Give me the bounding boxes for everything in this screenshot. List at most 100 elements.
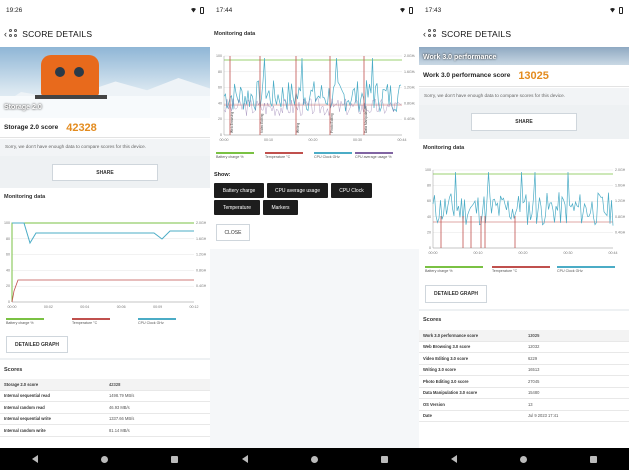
y2-tick-label: 2.0GHz: [196, 221, 206, 225]
show-label: Show:: [214, 172, 231, 178]
table-row: Storage 2.0 score 42328: [0, 379, 210, 391]
x-tick-label: 00:30: [564, 251, 573, 255]
detailed-chart: Web Browsing Video Editing Writing Photo Ed…: [214, 42, 416, 150]
legend-temperature: Temperature °C: [492, 269, 518, 273]
toggle-temperature[interactable]: Temperature: [214, 200, 260, 215]
orange-hut: [41, 55, 99, 96]
nav-home-icon[interactable]: [100, 455, 108, 463]
monitoring-title: Monitoring data: [210, 28, 419, 40]
monitoring-chart-svg: 100 80 60 40 20 0 2.0GHz 1.6GHz 1.2GHz 0.8GHz 0.4…: [425, 168, 627, 255]
y-tick-label: 60: [218, 86, 222, 90]
table-row: Photo Editing 3.0 score 27045: [419, 376, 629, 388]
detailed-chart-svg: Web Browsing Video Editing Writing Photo Ed…: [216, 54, 416, 142]
score-summary: Work 3.0 performance score 13025: [419, 65, 629, 87]
wifi-icon: [190, 7, 197, 13]
monitoring-title: Monitoring data: [419, 142, 629, 154]
legend-cpu-clock: CPU Clock GHz: [138, 321, 164, 325]
marker-label: Data Manipulation: [364, 106, 368, 133]
monitoring-chart-svg: 100 80 60 40 20 0 2.0GHz 1.6GHz 1.2GHz 0.8GHz 0.4…: [4, 221, 208, 309]
back-arrow-icon[interactable]: ‹: [4, 29, 7, 39]
x-tick-label: 00:44: [398, 138, 407, 142]
hero-image: Storage 2.0: [0, 47, 210, 118]
x-tick-label: 00:02: [44, 305, 53, 309]
status-time: 17:43: [425, 6, 442, 14]
detailed-graph-button[interactable]: DETAILED GRAPH: [425, 285, 487, 303]
table-row: Date Jul 9 2023 17:41: [419, 410, 629, 422]
y2-tick-label: 1.2GHz: [615, 199, 625, 203]
scores-table: Work 3.0 performance score 13025 Web Brow…: [419, 330, 629, 422]
battery-icon: [200, 6, 204, 14]
toggle-cpu-clock[interactable]: CPU Clock: [331, 183, 372, 198]
status-bar: 17:43: [419, 0, 629, 20]
y2-tick-label: 0.4GHz: [615, 230, 625, 234]
y2-tick-label: 0.8GHz: [615, 215, 625, 219]
y-tick-label: 100: [425, 168, 431, 172]
table-row: Internal random read 46.93 MB/s: [0, 402, 210, 414]
monitoring-title: Monitoring data: [0, 191, 210, 203]
monitoring-chart: 100 80 60 40 20 0 2.0GHz 1.6GHz 1.2GHz 0.8GHz 0.4…: [423, 156, 627, 264]
nav-home-icon[interactable]: [519, 455, 527, 463]
share-button[interactable]: SHARE: [471, 113, 577, 131]
hero-title: Work 3.0 performance: [423, 54, 497, 61]
y2-tick-label: 1.6GHz: [196, 237, 206, 241]
y2-tick-label: 0.8GHz: [404, 101, 415, 105]
toggle-cpu-average-usage[interactable]: CPU average usage: [267, 183, 328, 198]
table-row: Internal sequential write 1337.66 MB/s: [0, 413, 210, 425]
y-tick-label: 80: [6, 237, 10, 241]
close-button[interactable]: CLOSE: [216, 224, 250, 241]
wifi-icon: [609, 7, 616, 13]
legend-battery: Battery charge %: [425, 269, 453, 273]
hero-image: Work 3.0 performance: [419, 47, 629, 65]
status-bar: 19:26: [0, 0, 210, 20]
x-tick-label: 00:44: [609, 251, 618, 255]
chart-legend: Battery charge % Temperature °C CPU Cloc…: [425, 266, 615, 273]
y-tick-label: 40: [218, 101, 222, 105]
y2-tick-label: 1.6GHz: [404, 70, 415, 74]
y-tick-label: 60: [6, 253, 10, 257]
score-value: 13025: [518, 69, 549, 82]
nav-home-icon[interactable]: [310, 455, 318, 463]
status-bar: 17:44: [210, 0, 419, 20]
app-bar: ‹ SCORE DETAILS: [419, 20, 629, 47]
nav-back-icon[interactable]: [241, 455, 248, 463]
y2-tick-label: 0.4GHz: [404, 117, 415, 121]
work-score-screen: 17:43 ‹ SCORE DETAILS Work 3.0 performan…: [419, 0, 629, 470]
app-bar: ‹ SCORE DETAILS: [0, 20, 210, 47]
android-nav-bar: [419, 448, 629, 470]
y2-tick-label: 1.2GHz: [404, 86, 415, 90]
empty-area: [210, 249, 419, 448]
nav-back-icon[interactable]: [450, 455, 457, 463]
x-tick-label: 00:00: [220, 138, 229, 142]
y-tick-label: 100: [4, 221, 10, 225]
share-button[interactable]: SHARE: [52, 164, 158, 181]
marker-label: Photo Editing: [330, 113, 334, 133]
table-row: OS Version 13: [419, 399, 629, 411]
table-row: Video Editing 3.0 score 6229: [419, 353, 629, 365]
nav-recents-icon[interactable]: [590, 455, 598, 463]
x-tick-label: 00:12: [190, 305, 199, 309]
back-arrow-icon[interactable]: ‹: [423, 29, 426, 39]
nav-recents-icon[interactable]: [380, 455, 388, 463]
y-tick-label: 20: [6, 284, 10, 288]
compare-note: Sorry, we don't have enough data to comp…: [419, 88, 629, 105]
y-tick-label: 0: [429, 246, 431, 250]
x-tick-label: 00:04: [80, 305, 89, 309]
table-row: Data Manipulation 3.0 score 15480: [419, 387, 629, 399]
android-nav-bar: [0, 448, 210, 470]
nav-recents-icon[interactable]: [171, 455, 179, 463]
legend-temperature: Temperature °C: [265, 155, 291, 159]
detailed-graph-button[interactable]: DETAILED GRAPH: [6, 336, 68, 353]
battery-icon: [619, 6, 623, 14]
x-tick-label: 00:00: [8, 305, 17, 309]
page-title: SCORE DETAILS: [441, 28, 512, 39]
page-title: SCORE DETAILS: [22, 28, 93, 39]
monitoring-chart: 100 80 60 40 20 0 2.0GHz 1.6GHz 1.2GHz 0.8GHz 0.4…: [4, 205, 208, 315]
toggle-battery-charge[interactable]: Battery charge: [214, 183, 264, 198]
y-tick-label: 20: [427, 230, 431, 234]
y-tick-label: 80: [427, 184, 431, 188]
battery-icon: [409, 6, 413, 14]
x-tick-label: 00:06: [117, 305, 126, 309]
nav-back-icon[interactable]: [31, 455, 38, 463]
toggle-markers[interactable]: Markers: [263, 200, 298, 215]
wifi-icon: [399, 7, 406, 13]
